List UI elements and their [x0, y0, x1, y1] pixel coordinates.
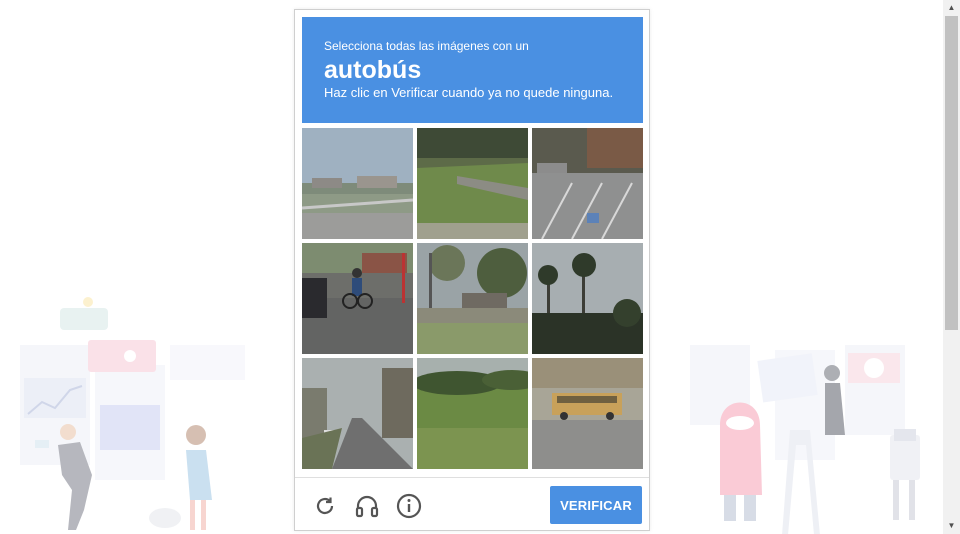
image-tile-7[interactable] — [302, 358, 413, 469]
tile-image-palm-trees — [532, 243, 643, 354]
image-tile-1[interactable] — [302, 128, 413, 239]
image-tile-8[interactable] — [417, 358, 528, 469]
challenge-header: Selecciona todas las imágenes con un aut… — [302, 17, 643, 123]
tile-image-grass-field — [417, 358, 528, 469]
captcha-challenge: Selecciona todas las imágenes con un aut… — [294, 9, 650, 531]
image-tile-5[interactable] — [417, 243, 528, 354]
tile-image-street-trees — [417, 243, 528, 354]
target-object-label: autobús — [324, 56, 422, 84]
tile-image-parking-lot — [532, 128, 643, 239]
image-tile-2[interactable] — [417, 128, 528, 239]
headphones-icon[interactable] — [353, 492, 381, 520]
background-illustration-right — [690, 345, 920, 534]
tile-image-grass-slope — [417, 128, 528, 239]
image-tile-9[interactable] — [532, 358, 643, 469]
instruction-text: Selecciona todas las imágenes con un — [324, 39, 529, 53]
scrollbar-thumb[interactable] — [945, 16, 958, 330]
instruction-hint: Haz clic en Verificar cuando ya no quede… — [324, 85, 614, 100]
image-tile-3[interactable] — [532, 128, 643, 239]
footer-divider — [295, 477, 649, 478]
verify-button[interactable]: VERIFICAR — [550, 486, 642, 524]
tile-image-road-guardrail — [302, 128, 413, 239]
image-tile-4[interactable] — [302, 243, 413, 354]
challenge-toolbar — [311, 492, 423, 520]
page-scrollbar[interactable]: ▲ ▼ — [943, 0, 960, 534]
scroll-up-arrow-icon[interactable]: ▲ — [943, 0, 960, 16]
tile-image-school-bus — [532, 358, 643, 469]
background-illustration-left — [20, 297, 245, 530]
info-icon[interactable] — [395, 492, 423, 520]
tile-image-cyclist — [302, 243, 413, 354]
image-grid — [302, 128, 645, 471]
scroll-down-arrow-icon[interactable]: ▼ — [943, 518, 960, 534]
tile-image-tree-lined-road — [302, 358, 413, 469]
image-tile-6[interactable] — [532, 243, 643, 354]
reload-icon[interactable] — [311, 492, 339, 520]
